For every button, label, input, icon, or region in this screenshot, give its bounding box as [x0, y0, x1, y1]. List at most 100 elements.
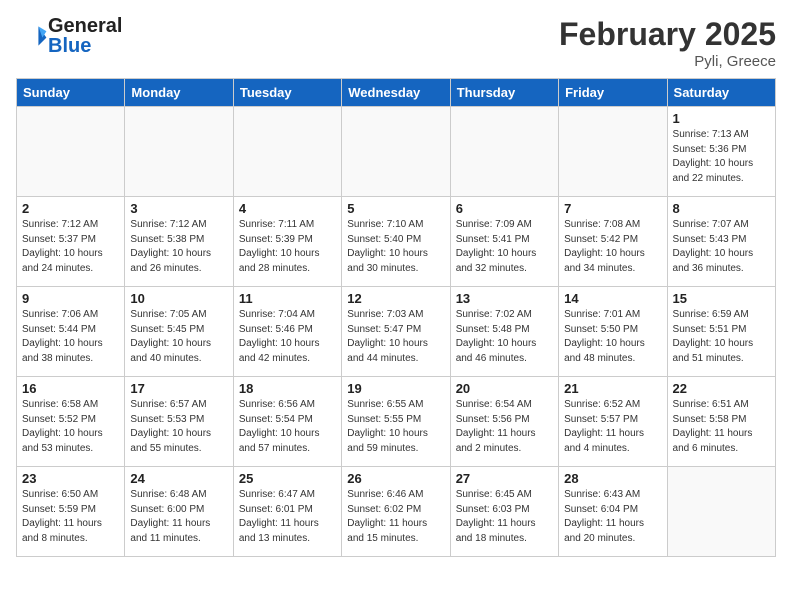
calendar-cell: 18Sunrise: 6:56 AM Sunset: 5:54 PM Dayli… [233, 377, 341, 467]
calendar-cell [450, 107, 558, 197]
header-monday: Monday [125, 79, 233, 107]
day-number: 2 [22, 201, 119, 216]
calendar-cell: 3Sunrise: 7:12 AM Sunset: 5:38 PM Daylig… [125, 197, 233, 287]
calendar-cell: 15 Sunrise: 6:59 AM Sunset: 5:51 PM Dayli… [667, 287, 775, 377]
day-info: Sunrise: 7:08 AM Sunset: 5:42 PM Dayligh… [564, 218, 661, 276]
day-number: 23 [22, 471, 119, 486]
day-info: Sunrise: 6:55 AM Sunset: 5:55 PM Dayligh… [347, 398, 444, 456]
day-number: 20 [456, 381, 553, 396]
calendar-cell: 2 Sunrise: 7:12 AM Sunset: 5:37 PM Daylig… [17, 197, 125, 287]
calendar-cell: 22 Sunrise: 6:51 AM Sunset: 5:58 PM Dayli… [667, 377, 775, 467]
header-saturday: Saturday [667, 79, 775, 107]
day-info: Sunrise: 6:54 AM Sunset: 5:56 PM Dayligh… [456, 398, 553, 456]
day-info: Sunrise: 7:04 AM Sunset: 5:46 PM Dayligh… [239, 308, 336, 366]
day-info: Sunrise: 6:50 AM Sunset: 5:59 PM Dayligh… [22, 488, 119, 546]
calendar-cell [125, 107, 233, 197]
calendar-cell: 9 Sunrise: 7:06 AM Sunset: 5:44 PM Daylig… [17, 287, 125, 377]
calendar-cell: 5 Sunrise: 7:10 AM Sunset: 5:40 PM Daylig… [342, 197, 450, 287]
header-friday: Friday [559, 79, 667, 107]
day-number: 6 [456, 201, 553, 216]
day-info: Sunrise: 7:06 AM Sunset: 5:44 PM Dayligh… [22, 308, 119, 366]
calendar-cell: 6 Sunrise: 7:09 AM Sunset: 5:41 PM Daylig… [450, 197, 558, 287]
day-info: Sunrise: 6:45 AM Sunset: 6:03 PM Dayligh… [456, 488, 553, 546]
calendar-cell [559, 107, 667, 197]
day-info: Sunrise: 6:48 AM Sunset: 6:00 PM Dayligh… [130, 488, 227, 546]
day-number: 4 [239, 201, 336, 216]
calendar-table: SundayMondayTuesdayWednesdayThursdayFrid… [16, 78, 776, 557]
calendar-cell: 14 Sunrise: 7:01 AM Sunset: 5:50 PM Dayli… [559, 287, 667, 377]
week-row-4: 16 Sunrise: 6:58 AM Sunset: 5:52 PM Dayli… [17, 377, 776, 467]
calendar-cell: 25 Sunrise: 6:47 AM Sunset: 6:01 PM Dayli… [233, 467, 341, 557]
day-number: 17 [130, 381, 227, 396]
day-info: Sunrise: 7:09 AM Sunset: 5:41 PM Dayligh… [456, 218, 553, 276]
header-tuesday: Tuesday [233, 79, 341, 107]
day-info: Sunrise: 7:12 AM Sunset: 5:37 PM Dayligh… [22, 218, 119, 276]
calendar-cell: 23 Sunrise: 6:50 AM Sunset: 5:59 PM Dayli… [17, 467, 125, 557]
week-row-5: 23 Sunrise: 6:50 AM Sunset: 5:59 PM Dayli… [17, 467, 776, 557]
day-info: Sunrise: 7:05 AM Sunset: 5:45 PM Dayligh… [130, 308, 227, 366]
calendar-cell: 26Sunrise: 6:46 AM Sunset: 6:02 PM Dayli… [342, 467, 450, 557]
day-number: 24 [130, 471, 227, 486]
day-number: 11 [239, 291, 336, 306]
day-info: Sunrise: 7:03 AM Sunset: 5:47 PM Dayligh… [347, 308, 444, 366]
calendar-header-row: SundayMondayTuesdayWednesdayThursdayFrid… [17, 79, 776, 107]
calendar-cell: 10 Sunrise: 7:05 AM Sunset: 5:45 PM Dayli… [125, 287, 233, 377]
header-sunday: Sunday [17, 79, 125, 107]
title-block: February 2025 Pyli, Greece [559, 16, 776, 70]
day-number: 5 [347, 201, 444, 216]
day-info: Sunrise: 6:43 AM Sunset: 6:04 PM Dayligh… [564, 488, 661, 546]
logo-icon [16, 20, 48, 52]
calendar-cell: 19Sunrise: 6:55 AM Sunset: 5:55 PM Dayli… [342, 377, 450, 467]
calendar-cell: 8Sunrise: 7:07 AM Sunset: 5:43 PM Daylig… [667, 197, 775, 287]
month-year: February 2025 [559, 16, 776, 53]
day-number: 18 [239, 381, 336, 396]
day-number: 21 [564, 381, 661, 396]
calendar-cell: 11 Sunrise: 7:04 AM Sunset: 5:46 PM Dayli… [233, 287, 341, 377]
calendar-cell: 17Sunrise: 6:57 AM Sunset: 5:53 PM Dayli… [125, 377, 233, 467]
logo-text: General Blue [48, 16, 122, 56]
day-info: Sunrise: 7:02 AM Sunset: 5:48 PM Dayligh… [456, 308, 553, 366]
day-number: 13 [456, 291, 553, 306]
day-number: 7 [564, 201, 661, 216]
day-number: 15 [673, 291, 770, 306]
day-number: 1 [673, 111, 770, 126]
day-info: Sunrise: 6:46 AM Sunset: 6:02 PM Dayligh… [347, 488, 444, 546]
day-number: 25 [239, 471, 336, 486]
location: Pyli, Greece [559, 53, 776, 70]
calendar-cell: 20 Sunrise: 6:54 AM Sunset: 5:56 PM Dayli… [450, 377, 558, 467]
calendar-cell: 16 Sunrise: 6:58 AM Sunset: 5:52 PM Dayli… [17, 377, 125, 467]
day-number: 28 [564, 471, 661, 486]
calendar-cell [17, 107, 125, 197]
week-row-2: 2 Sunrise: 7:12 AM Sunset: 5:37 PM Daylig… [17, 197, 776, 287]
day-info: Sunrise: 6:58 AM Sunset: 5:52 PM Dayligh… [22, 398, 119, 456]
day-number: 12 [347, 291, 444, 306]
day-info: Sunrise: 6:51 AM Sunset: 5:58 PM Dayligh… [673, 398, 770, 456]
calendar-cell: 24 Sunrise: 6:48 AM Sunset: 6:00 PM Dayli… [125, 467, 233, 557]
day-number: 27 [456, 471, 553, 486]
logo-blue: Blue [48, 35, 91, 57]
week-row-1: 1Sunrise: 7:13 AM Sunset: 5:36 PM Daylig… [17, 107, 776, 197]
header-wednesday: Wednesday [342, 79, 450, 107]
day-info: Sunrise: 7:10 AM Sunset: 5:40 PM Dayligh… [347, 218, 444, 276]
logo: General Blue [16, 16, 122, 56]
logo-brand: General Blue [16, 16, 122, 56]
day-number: 22 [673, 381, 770, 396]
calendar-cell: 28 Sunrise: 6:43 AM Sunset: 6:04 PM Dayli… [559, 467, 667, 557]
calendar-cell: 13 Sunrise: 7:02 AM Sunset: 5:48 PM Dayli… [450, 287, 558, 377]
day-number: 10 [130, 291, 227, 306]
day-number: 16 [22, 381, 119, 396]
day-info: Sunrise: 7:01 AM Sunset: 5:50 PM Dayligh… [564, 308, 661, 366]
day-info: Sunrise: 7:07 AM Sunset: 5:43 PM Dayligh… [673, 218, 770, 276]
day-number: 14 [564, 291, 661, 306]
week-row-3: 9 Sunrise: 7:06 AM Sunset: 5:44 PM Daylig… [17, 287, 776, 377]
day-info: Sunrise: 6:59 AM Sunset: 5:51 PM Dayligh… [673, 308, 770, 366]
calendar-cell: 4 Sunrise: 7:11 AM Sunset: 5:39 PM Daylig… [233, 197, 341, 287]
calendar-cell [667, 467, 775, 557]
day-info: Sunrise: 7:11 AM Sunset: 5:39 PM Dayligh… [239, 218, 336, 276]
day-info: Sunrise: 6:47 AM Sunset: 6:01 PM Dayligh… [239, 488, 336, 546]
logo-general: General [48, 15, 122, 37]
day-number: 9 [22, 291, 119, 306]
day-info: Sunrise: 7:12 AM Sunset: 5:38 PM Dayligh… [130, 218, 227, 276]
calendar-cell: 12 Sunrise: 7:03 AM Sunset: 5:47 PM Dayli… [342, 287, 450, 377]
calendar-cell: 27 Sunrise: 6:45 AM Sunset: 6:03 PM Dayli… [450, 467, 558, 557]
